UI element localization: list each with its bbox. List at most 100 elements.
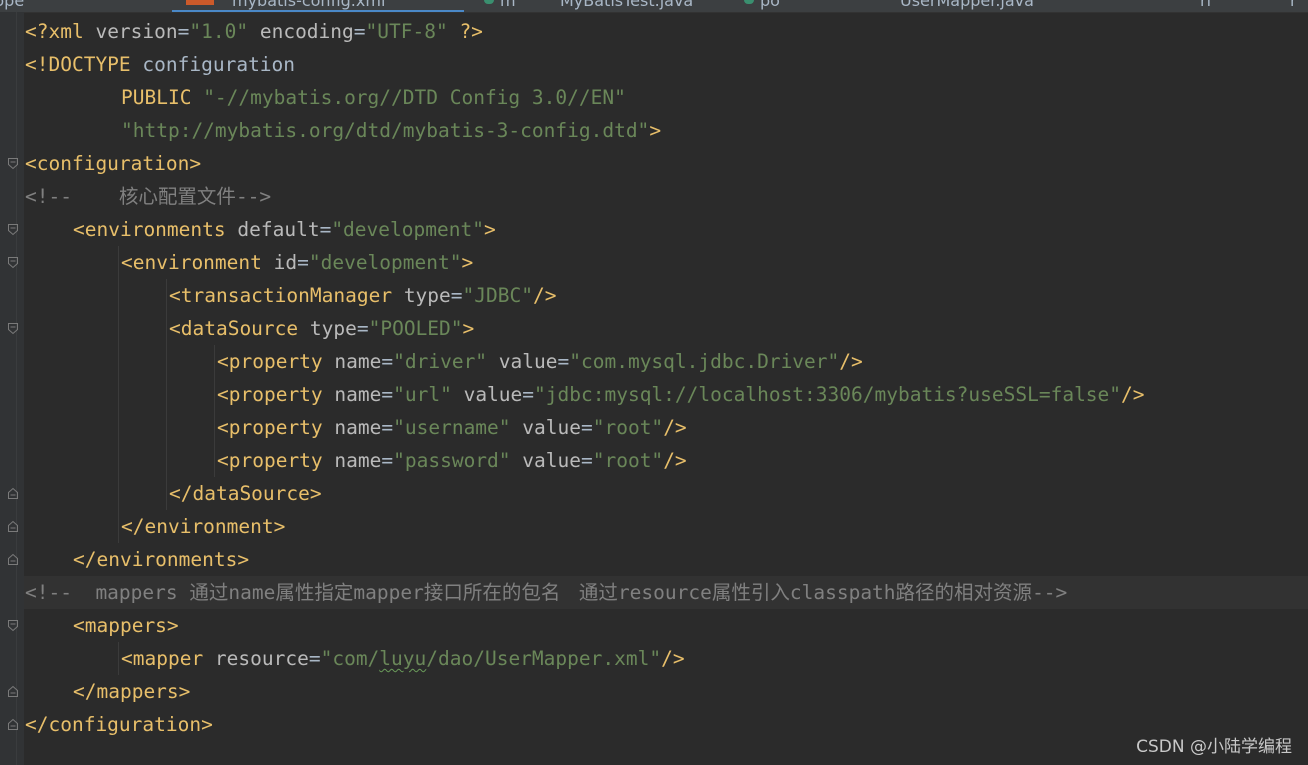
fold-open-icon[interactable] (7, 619, 19, 632)
fold-open-icon[interactable] (7, 157, 19, 170)
code-line[interactable]: <property name="password" value="root"/> (217, 444, 687, 477)
code-token: /> (663, 449, 687, 472)
code-token: ?> (447, 20, 483, 43)
code-token: name (334, 383, 382, 406)
code-token: = (297, 251, 309, 274)
code-token: = (381, 350, 394, 373)
editor-tab-bar: ppe mybatis-config.xml m MyBatisTest.jav… (0, 0, 1308, 13)
code-token: <!DOCTYPE (25, 53, 143, 76)
code-line[interactable]: <dataSource type="POOLED"> (169, 312, 474, 345)
code-token: "development" (331, 218, 484, 241)
code-token: > (483, 218, 496, 241)
code-token: "password" (393, 449, 511, 472)
code-line[interactable]: </environment> (121, 510, 285, 543)
code-line[interactable]: <environment id="development"> (121, 246, 473, 279)
code-token: = (557, 350, 570, 373)
code-token: "JDBC" (462, 284, 533, 307)
code-token: /dao/UserMapper.xml" (426, 647, 662, 670)
code-token: <?xml (25, 20, 96, 43)
code-token: 通过 (189, 581, 229, 604)
code-token: = (381, 416, 394, 439)
code-token: "POOLED" (368, 317, 463, 340)
code-token: > (462, 317, 475, 340)
tab-mybatis-test[interactable]: MyBatisTest.java (560, 0, 693, 10)
code-token: luyu (379, 647, 427, 670)
code-token: <mappers> (73, 614, 179, 637)
code-token: value (498, 350, 558, 373)
tab-fragment[interactable]: r (1290, 0, 1297, 10)
code-token: "com.mysql.jdbc.Driver" (569, 350, 840, 373)
code-line[interactable]: </configuration> (25, 708, 213, 741)
code-token: type (309, 317, 357, 340)
tab-fragment[interactable]: m (500, 0, 516, 10)
code-line[interactable]: PUBLIC "-//mybatis.org//DTD Config 3.0//… (121, 81, 626, 114)
fold-open-icon[interactable] (7, 256, 19, 269)
code-line[interactable]: "http://mybatis.org/dtd/mybatis-3-config… (121, 114, 661, 147)
code-token: "username" (393, 416, 511, 439)
code-token: <environment (121, 251, 274, 274)
fold-open-icon[interactable] (7, 322, 19, 335)
code-token: </dataSource> (169, 482, 322, 505)
fold-open-icon[interactable] (7, 223, 19, 236)
code-token: id (273, 251, 298, 274)
code-line[interactable]: </mappers> (73, 675, 190, 708)
indent-guide (166, 279, 167, 510)
code-line[interactable]: <!DOCTYPE configuration (25, 48, 295, 81)
code-token: "com/ (320, 647, 380, 670)
code-line[interactable]: </environments> (73, 543, 249, 576)
fold-close-icon[interactable] (7, 487, 19, 499)
code-token: name (334, 416, 382, 439)
tab-fragment[interactable]: rl (1200, 0, 1211, 10)
code-token: "1.0" (189, 20, 249, 43)
code-line[interactable]: <!-- 核心配置文件--> (25, 180, 271, 213)
fold-close-icon[interactable] (7, 520, 19, 532)
code-token: </environments> (73, 548, 250, 571)
code-token: > (649, 119, 662, 142)
code-line[interactable]: <?xml version="1.0" encoding="UTF-8" ?> (25, 15, 483, 48)
watermark: CSDN @小陆学编程 (1136, 737, 1292, 757)
code-line[interactable]: <property name="driver" value="com.mysql… (217, 345, 863, 378)
code-line[interactable]: <environments default="development"> (73, 213, 496, 246)
fold-close-icon[interactable] (7, 553, 19, 565)
code-line[interactable]: <!-- mappers 通过name属性指定mapper接口所在的包名 通过r… (25, 576, 1067, 609)
code-token: value (463, 383, 523, 406)
code-token: 属性引入 (711, 581, 790, 604)
code-line[interactable]: <mappers> (73, 609, 179, 642)
code-token: value (522, 449, 581, 472)
code-token: = (522, 383, 535, 406)
code-line[interactable]: </dataSource> (169, 477, 322, 510)
fold-close-icon[interactable] (7, 718, 19, 730)
code-line[interactable]: <transactionManager type="JDBC"/> (169, 279, 556, 312)
code-token: "http://mybatis.org/dtd/mybatis-3-config… (121, 119, 650, 142)
code-token: <environments (73, 218, 238, 241)
tab-mybatis-config[interactable]: mybatis-config.xml (232, 0, 385, 10)
tab-fragment[interactable]: ppe (0, 0, 24, 10)
fold-close-icon[interactable] (7, 685, 19, 697)
code-token: "driver" (393, 350, 488, 373)
code-token: = (450, 284, 463, 307)
code-line[interactable]: <property name="username" value="root"/> (217, 411, 687, 444)
tab-user-mapper-java[interactable]: UserMapper.java (900, 0, 1034, 10)
code-token: /> (661, 647, 685, 670)
code-token: <!-- (25, 185, 119, 208)
code-token: "UTF-8" (365, 20, 448, 43)
code-token: <transactionManager (169, 284, 404, 307)
code-token: resource (617, 581, 712, 604)
code-token: </mappers> (73, 680, 191, 703)
code-token: resource (214, 647, 309, 670)
tab-fragment[interactable]: po (760, 0, 780, 10)
code-line[interactable]: <property name="url" value="jdbc:mysql:/… (217, 378, 1145, 411)
code-token: = (353, 20, 366, 43)
code-token: <mapper (121, 647, 215, 670)
gutter-separator (16, 12, 17, 765)
code-token: "root" (592, 449, 664, 472)
code-token: version (95, 20, 178, 43)
code-token: configuration (142, 53, 296, 76)
code-token: 接口所在的包名 通过 (423, 581, 618, 604)
code-line[interactable]: <configuration> (25, 147, 201, 180)
code-token: name (334, 350, 382, 373)
code-line[interactable]: <mapper resource="com/luyu/dao/UserMappe… (121, 642, 685, 675)
